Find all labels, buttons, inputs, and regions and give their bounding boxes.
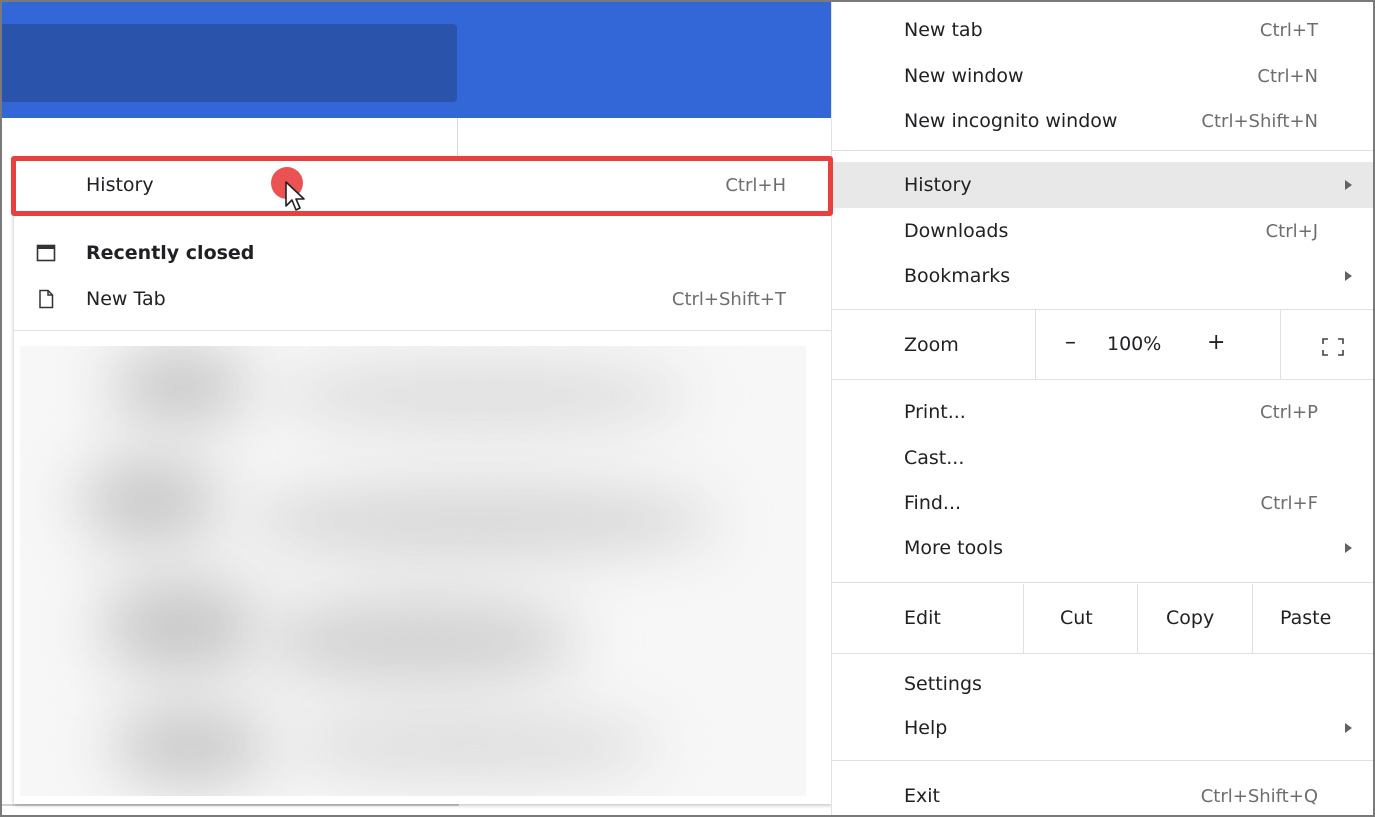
page-divider (457, 118, 458, 156)
menu-new-window-shortcut: Ctrl+N (1257, 65, 1318, 87)
menu-new-incognito-label: New incognito window (904, 110, 1118, 132)
fullscreen-icon[interactable] (1322, 338, 1344, 356)
menu-cast[interactable]: Cast... (832, 435, 1374, 481)
recent-new-tab-item[interactable]: New Tab Ctrl+Shift+T (14, 280, 834, 318)
menu-help[interactable]: Help (832, 705, 1374, 751)
recently-closed-heading: Recently closed (14, 234, 834, 272)
menu-cast-label: Cast... (904, 447, 965, 469)
edit-divider (1137, 584, 1138, 654)
submenu-separator (14, 330, 834, 331)
menu-history-label: History (904, 174, 972, 196)
menu-print[interactable]: Print... Ctrl+P (832, 389, 1374, 435)
menu-exit-shortcut: Ctrl+Shift+Q (1200, 785, 1318, 807)
edit-divider (1023, 584, 1024, 654)
blurred-history-list (20, 346, 806, 796)
menu-print-shortcut: Ctrl+P (1260, 401, 1318, 423)
menu-find[interactable]: Find... Ctrl+F (832, 480, 1374, 526)
submenu-history-label: History (86, 174, 154, 196)
menu-exit[interactable]: Exit Ctrl+Shift+Q (832, 773, 1374, 817)
address-bar[interactable] (2, 24, 457, 102)
menu-print-label: Print... (904, 401, 966, 423)
menu-bookmarks[interactable]: Bookmarks (832, 253, 1374, 299)
zoom-level: 100% (1107, 333, 1162, 355)
menu-separator (832, 379, 1374, 380)
menu-separator (832, 150, 1374, 151)
menu-separator (832, 582, 1374, 583)
zoom-divider (1280, 310, 1281, 380)
copy-button[interactable]: Copy (1166, 607, 1214, 629)
menu-new-tab-label: New tab (904, 19, 983, 41)
zoom-row: Zoom – 100% + (832, 310, 1374, 380)
menu-help-label: Help (904, 717, 948, 739)
zoom-divider (1035, 310, 1036, 380)
menu-separator (832, 653, 1374, 654)
chevron-right-icon (1345, 723, 1352, 733)
submenu-history-item[interactable]: History Ctrl+H (14, 166, 834, 204)
page-bottom-line (2, 804, 459, 806)
menu-find-label: Find... (904, 492, 962, 514)
menu-bookmarks-label: Bookmarks (904, 265, 1011, 287)
menu-new-incognito-shortcut: Ctrl+Shift+N (1201, 110, 1318, 132)
menu-settings[interactable]: Settings (832, 661, 1374, 707)
menu-new-tab[interactable]: New tab Ctrl+T (832, 7, 1374, 53)
zoom-label: Zoom (904, 334, 959, 356)
edit-label: Edit (904, 607, 941, 629)
chevron-right-icon (1345, 543, 1352, 553)
chevron-right-icon (1345, 180, 1352, 190)
menu-more-tools-label: More tools (904, 537, 1004, 559)
menu-settings-label: Settings (904, 673, 982, 695)
cut-button[interactable]: Cut (1060, 607, 1093, 629)
history-submenu: History Ctrl+H Recently closed New Tab C… (14, 158, 834, 804)
menu-find-shortcut: Ctrl+F (1260, 492, 1318, 514)
menu-new-incognito[interactable]: New incognito window Ctrl+Shift+N (832, 98, 1374, 144)
cursor-icon (285, 181, 305, 211)
page-icon (39, 289, 54, 309)
chrome-menu: New tab Ctrl+T New window Ctrl+N New inc… (831, 2, 1374, 817)
menu-history[interactable]: History (832, 162, 1374, 208)
submenu-history-shortcut: Ctrl+H (725, 174, 786, 196)
menu-downloads-shortcut: Ctrl+J (1265, 220, 1318, 242)
chevron-right-icon (1345, 271, 1352, 281)
menu-more-tools[interactable]: More tools (832, 525, 1374, 571)
recently-closed-label: Recently closed (86, 242, 255, 264)
recent-new-tab-label: New Tab (86, 288, 166, 310)
menu-exit-label: Exit (904, 785, 940, 807)
paste-button[interactable]: Paste (1280, 607, 1331, 629)
edit-divider (1252, 584, 1253, 654)
window-icon (36, 244, 56, 262)
menu-new-tab-shortcut: Ctrl+T (1259, 19, 1318, 41)
edit-row: Edit Cut Copy Paste (832, 584, 1374, 654)
menu-downloads-label: Downloads (904, 220, 1009, 242)
zoom-in-button[interactable]: + (1207, 330, 1225, 355)
recent-new-tab-shortcut: Ctrl+Shift+T (671, 288, 786, 310)
menu-downloads[interactable]: Downloads Ctrl+J (832, 208, 1374, 254)
menu-separator (832, 760, 1374, 761)
menu-new-window-label: New window (904, 65, 1024, 87)
zoom-out-button[interactable]: – (1065, 330, 1076, 355)
menu-new-window[interactable]: New window Ctrl+N (832, 53, 1374, 99)
